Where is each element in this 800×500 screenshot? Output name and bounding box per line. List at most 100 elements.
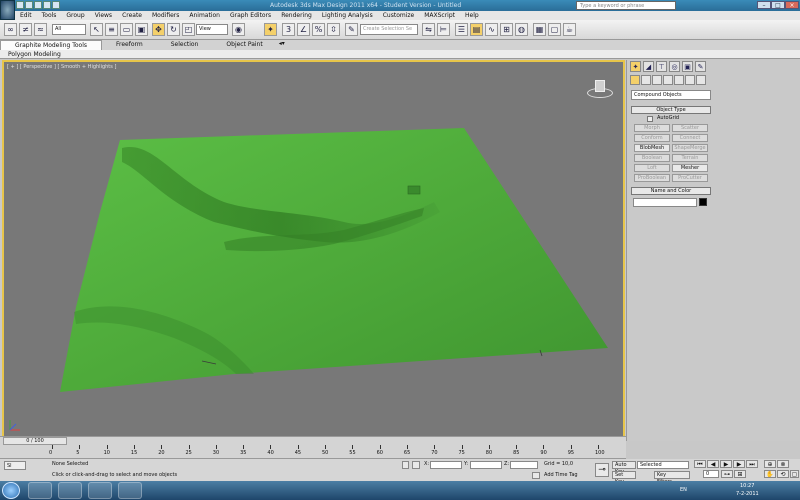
motion-tab-icon[interactable]: ◎ xyxy=(669,61,680,72)
conform-button[interactable]: Conform xyxy=(634,134,670,142)
menu-maxscript[interactable]: MAXScript xyxy=(419,11,460,20)
shapemerge-button[interactable]: ShapeMerge xyxy=(672,144,708,152)
maxscript-listener-button[interactable]: Sl xyxy=(4,461,26,470)
category-dropdown[interactable]: Compound Objects xyxy=(631,90,711,100)
y-coordinate-field[interactable] xyxy=(470,461,502,469)
angle-snap-icon[interactable]: ∠ xyxy=(297,23,310,36)
viewcube-icon[interactable] xyxy=(587,80,613,98)
percent-snap-icon[interactable]: % xyxy=(312,23,325,36)
morph-button[interactable]: Morph xyxy=(634,124,670,132)
orbit-icon[interactable]: ⟲ xyxy=(777,470,789,478)
select-and-scale-icon[interactable]: ◰ xyxy=(182,23,195,36)
undo-icon[interactable] xyxy=(43,1,51,9)
material-editor-icon[interactable]: ◍ xyxy=(515,23,528,36)
open-file-icon[interactable] xyxy=(25,1,33,9)
name-and-color-rollout[interactable]: Name and Color xyxy=(631,187,711,195)
mesher-button[interactable]: Mesher xyxy=(672,164,708,172)
zoom-all-icon[interactable]: ⊗ xyxy=(777,460,789,468)
menu-edit[interactable]: Edit xyxy=(15,11,37,20)
polygon-modeling-panel[interactable]: Polygon Modeling xyxy=(8,51,61,58)
unlink-icon[interactable]: ≠ xyxy=(19,23,32,36)
rectangular-selection-icon[interactable]: ▭ xyxy=(120,23,133,36)
new-file-icon[interactable] xyxy=(16,1,24,9)
cameras-icon[interactable] xyxy=(663,75,673,85)
link-icon[interactable]: ∞ xyxy=(4,23,17,36)
maximize-viewport-icon[interactable]: ▢ xyxy=(790,470,799,478)
loft-button[interactable]: Loft xyxy=(634,164,670,172)
ribbon-options-icon[interactable]: ◂▾ xyxy=(277,40,287,50)
align-icon[interactable]: ⊨ xyxy=(437,23,450,36)
perspective-viewport[interactable]: [ + ] [ Perspective ] [ Smooth + Highlig… xyxy=(2,60,625,439)
firefox-task-icon[interactable] xyxy=(118,482,142,499)
shapes-icon[interactable] xyxy=(641,75,651,85)
lock-selection-icon[interactable] xyxy=(402,461,409,469)
next-frame-icon[interactable]: ▶ xyxy=(733,460,745,468)
time-tag-icon[interactable] xyxy=(532,472,540,479)
skype-task-icon[interactable] xyxy=(88,482,112,499)
select-and-rotate-icon[interactable]: ↻ xyxy=(167,23,180,36)
boolean-button[interactable]: Boolean xyxy=(634,154,670,162)
pan-icon[interactable]: ✋ xyxy=(764,470,776,478)
z-coordinate-field[interactable] xyxy=(510,461,538,469)
lights-icon[interactable] xyxy=(652,75,662,85)
time-slider[interactable]: 0 / 100 xyxy=(0,436,626,445)
minimize-button[interactable]: – xyxy=(757,1,771,9)
menu-graph-editors[interactable]: Graph Editors xyxy=(225,11,276,20)
utilities-tab-icon[interactable]: ✎ xyxy=(695,61,706,72)
pivot-center-icon[interactable]: ◉ xyxy=(232,23,245,36)
save-file-icon[interactable] xyxy=(34,1,42,9)
key-filters-button[interactable]: Key Filters... xyxy=(654,471,690,485)
absolute-mode-icon[interactable] xyxy=(412,461,420,469)
menu-help[interactable]: Help xyxy=(460,11,484,20)
named-selection-dropdown[interactable]: Create Selection Se xyxy=(360,24,418,35)
zoom-icon[interactable]: ⊕ xyxy=(764,460,776,468)
set-key-button[interactable]: Set Key xyxy=(612,471,636,485)
modify-tab-icon[interactable]: ◢ xyxy=(643,61,654,72)
window-crossing-icon[interactable]: ▣ xyxy=(135,23,148,36)
schematic-view-icon[interactable]: ⊞ xyxy=(500,23,513,36)
create-tab-icon[interactable]: ✦ xyxy=(630,61,641,72)
set-key-icon[interactable]: ⊸ xyxy=(595,463,609,477)
terrain-button[interactable]: Terrain xyxy=(672,154,708,162)
tab-object-paint[interactable]: Object Paint xyxy=(212,40,276,50)
go-to-end-icon[interactable]: ⏭ xyxy=(746,460,758,468)
pdf-reader-task-icon[interactable] xyxy=(28,482,52,499)
close-button[interactable]: × xyxy=(785,1,799,9)
systems-icon[interactable] xyxy=(696,75,706,85)
language-indicator[interactable]: EN xyxy=(680,487,687,493)
terrain-mesh[interactable] xyxy=(4,62,623,437)
selection-filter-dropdown[interactable]: All xyxy=(52,24,86,35)
proboolean-button[interactable]: ProBoolean xyxy=(634,174,670,182)
play-icon[interactable]: ▶ xyxy=(720,460,732,468)
display-tab-icon[interactable]: ▣ xyxy=(682,61,693,72)
helpers-icon[interactable] xyxy=(674,75,684,85)
go-to-start-icon[interactable]: ⏮ xyxy=(694,460,706,468)
menu-create[interactable]: Create xyxy=(117,11,147,20)
reference-coordinate-dropdown[interactable]: View xyxy=(196,24,228,35)
menu-customize[interactable]: Customize xyxy=(378,11,420,20)
key-mode-toggle-icon[interactable]: ⊶ xyxy=(721,470,733,478)
scatter-button[interactable]: Scatter xyxy=(672,124,708,132)
render-production-icon[interactable]: ☕ xyxy=(563,23,576,36)
blobmesh-button[interactable]: BlobMesh xyxy=(634,144,670,152)
spinner-snap-icon[interactable]: ⇳ xyxy=(327,23,340,36)
render-setup-icon[interactable]: ▦ xyxy=(533,23,546,36)
tab-freeform[interactable]: Freeform xyxy=(102,40,157,50)
auto-key-button[interactable]: Auto Key xyxy=(612,461,636,475)
connect-button[interactable]: Connect xyxy=(672,134,708,142)
space-warps-icon[interactable] xyxy=(685,75,695,85)
tab-graphite-modeling-tools[interactable]: Graphite Modeling Tools xyxy=(0,40,103,50)
current-frame-field[interactable]: 0 xyxy=(703,470,719,478)
select-and-move-icon[interactable]: ✥ xyxy=(152,23,165,36)
object-color-swatch[interactable] xyxy=(699,198,707,206)
x-coordinate-field[interactable] xyxy=(430,461,462,469)
menu-animation[interactable]: Animation xyxy=(184,11,225,20)
clock-date[interactable]: 7-2-2011 xyxy=(736,491,759,497)
menu-rendering[interactable]: Rendering xyxy=(276,11,317,20)
select-and-manipulate-icon[interactable]: ✦ xyxy=(264,23,277,36)
edit-named-selection-icon[interactable]: ✎ xyxy=(345,23,358,36)
menu-views[interactable]: Views xyxy=(90,11,117,20)
hierarchy-tab-icon[interactable]: ⊤ xyxy=(656,61,667,72)
maximize-button[interactable]: □ xyxy=(771,1,785,9)
application-button[interactable] xyxy=(0,0,15,20)
